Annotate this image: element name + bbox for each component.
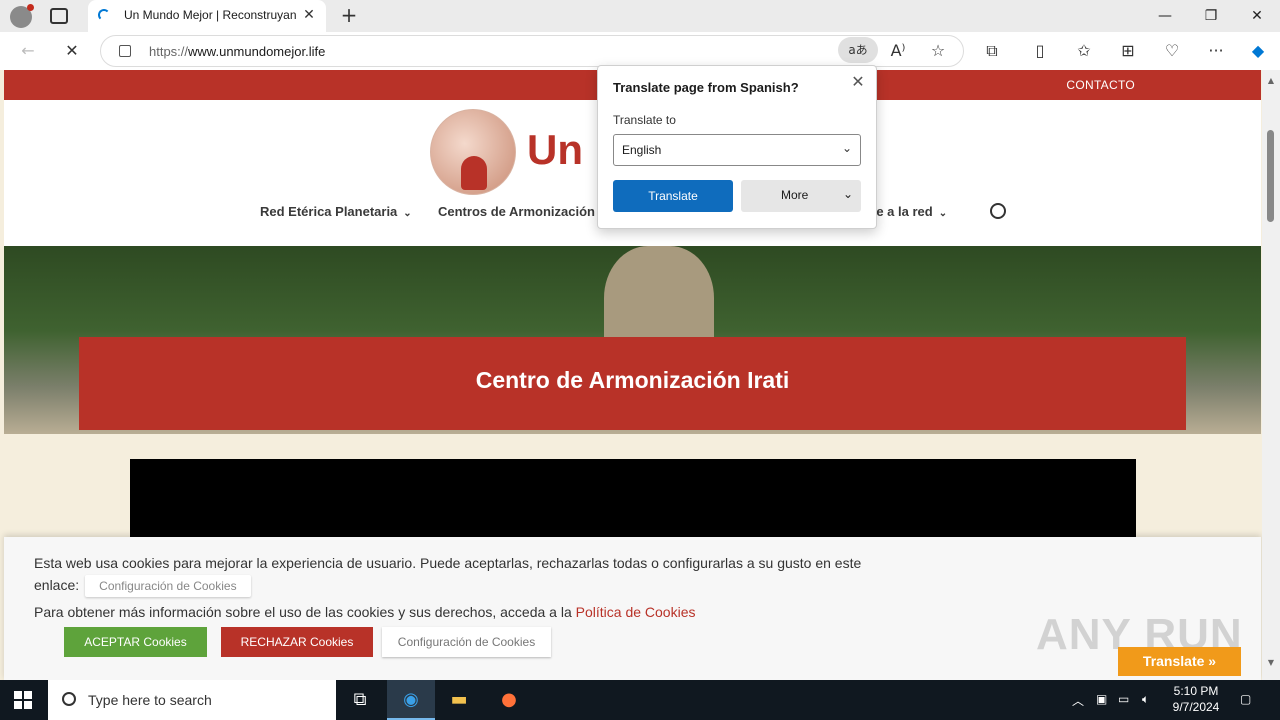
chevron-down-icon: ⌄	[841, 141, 852, 155]
taskbar-search-placeholder: Type here to search	[88, 692, 212, 708]
minimize-icon[interactable]: —	[1142, 4, 1188, 28]
favorite-star-icon[interactable]: ☆	[926, 39, 950, 63]
edge-taskbar-icon[interactable]: ◉	[387, 680, 435, 720]
language-select-value: English	[622, 143, 662, 157]
task-view-icon[interactable]: ⧉	[336, 680, 384, 720]
translate-icon[interactable]: aあ	[838, 37, 878, 63]
stop-loading-icon[interactable]: ✕	[60, 39, 84, 63]
copilot-icon[interactable]: ◆	[1246, 39, 1270, 63]
translate-button[interactable]: Translate	[613, 180, 733, 212]
collections-icon[interactable]: ⊞	[1116, 39, 1140, 63]
file-explorer-icon[interactable]: ▬	[435, 680, 483, 720]
read-aloud-icon[interactable]: A⁾	[886, 39, 910, 63]
browser-titlebar: Un Mundo Mejor | Reconstruyan ✕ + — ❐ ✕	[0, 0, 1280, 32]
accept-cookies-button[interactable]: ACEPTAR Cookies	[64, 627, 207, 657]
close-icon[interactable]: ✕	[848, 72, 868, 92]
menu-item-centros[interactable]: Centros de Armonización	[438, 204, 595, 219]
hero-title: Centro de Armonización Irati	[475, 367, 790, 393]
split-screen-icon[interactable]: ▯	[1028, 39, 1052, 63]
tray-chevron-up-icon[interactable]: ︿	[1072, 692, 1084, 709]
language-select[interactable]: English ⌄	[613, 134, 861, 166]
cookie-text-line2: enlace: Configuración de Cookies	[34, 575, 251, 597]
taskbar-search[interactable]: Type here to search	[48, 680, 336, 720]
extensions-icon[interactable]: ⧉	[980, 39, 1004, 63]
tab-actions-icon[interactable]	[50, 8, 68, 24]
contact-link[interactable]: CONTACTO	[1066, 78, 1135, 92]
scroll-up-icon[interactable]: ▲	[1266, 76, 1276, 86]
translate-popup: Translate page from Spanish? ✕ Translate…	[597, 65, 877, 229]
hero-title-band: Centro de Armonización Irati	[79, 337, 1186, 430]
back-icon[interactable]: ←	[16, 39, 40, 63]
chevron-down-icon: ⌄	[842, 187, 853, 201]
cookie-text-line3: Para obtener más información sobre el us…	[34, 604, 696, 620]
loading-spinner-icon	[98, 9, 110, 21]
close-window-icon[interactable]: ✕	[1234, 4, 1280, 28]
search-icon[interactable]	[990, 203, 1006, 219]
cookie-policy-link[interactable]: Política de Cookies	[576, 604, 696, 620]
site-logo-icon[interactable]	[430, 109, 516, 195]
browser-tab-active[interactable]: Un Mundo Mejor | Reconstruyan ✕	[88, 0, 326, 32]
more-options-icon[interactable]: ···	[1204, 39, 1228, 63]
translate-float-button[interactable]: Translate »	[1118, 647, 1241, 676]
hero-banner: Centro de Armonización Irati	[4, 246, 1261, 434]
site-brand[interactable]: Un	[527, 126, 583, 174]
lock-icon[interactable]	[119, 45, 131, 57]
scroll-down-icon[interactable]: ▼	[1266, 658, 1276, 668]
tray-device-icon[interactable]: ▣	[1096, 692, 1107, 706]
chevron-down-icon: ⌄	[938, 208, 948, 219]
windows-start-icon[interactable]	[14, 691, 32, 709]
restore-icon[interactable]: ❐	[1188, 4, 1234, 28]
new-tab-icon[interactable]: +	[338, 4, 360, 26]
menu-item-red-eterica[interactable]: Red Etérica Planetaria ⌄	[260, 204, 412, 219]
address-bar[interactable]: https://www.unmundomejor.life	[100, 35, 964, 67]
scroll-thumb[interactable]	[1267, 130, 1274, 222]
chevron-down-icon: ⌄	[403, 208, 412, 219]
clock-time: 5:10 PM	[1173, 684, 1219, 698]
firefox-icon[interactable]: ●	[485, 680, 533, 720]
browser-essentials-icon[interactable]: ♡	[1160, 39, 1184, 63]
volume-icon[interactable]: 🔈︎	[1142, 692, 1149, 707]
url-text: https://www.unmundomejor.life	[149, 44, 326, 59]
translate-popup-title: Translate page from Spanish?	[613, 80, 799, 95]
reject-cookies-button[interactable]: RECHAZAR Cookies	[221, 627, 373, 657]
search-icon	[62, 692, 76, 706]
system-clock[interactable]: 5:10 PM 9/7/2024	[1166, 683, 1226, 715]
configure-cookies-button[interactable]: Configuración de Cookies	[382, 627, 551, 657]
tab-close-icon[interactable]: ✕	[300, 6, 318, 24]
notifications-icon[interactable]: ▢	[1240, 692, 1251, 706]
page-scrollbar[interactable]: ▲ ▼	[1262, 70, 1280, 680]
taskbar: Type here to search ⧉ ◉ ▬ ● ︿ ▣ ▭ 🔈︎ 5:1…	[0, 680, 1280, 720]
clock-date: 9/7/2024	[1172, 700, 1220, 714]
cookie-config-link[interactable]: Configuración de Cookies	[85, 575, 251, 597]
favorites-icon[interactable]: ✩	[1072, 39, 1096, 63]
profile-avatar-icon[interactable]	[10, 4, 34, 28]
menu-item-unete[interactable]: te a la red ⌄	[872, 204, 947, 219]
cookie-text-line1: Esta web usa cookies para mejorar la exp…	[34, 555, 862, 571]
tab-title: Un Mundo Mejor | Reconstruyan	[124, 8, 296, 22]
translate-to-label: Translate to	[613, 113, 676, 127]
network-icon[interactable]: ▭	[1118, 692, 1129, 706]
more-button[interactable]: More ⌄	[741, 180, 861, 212]
